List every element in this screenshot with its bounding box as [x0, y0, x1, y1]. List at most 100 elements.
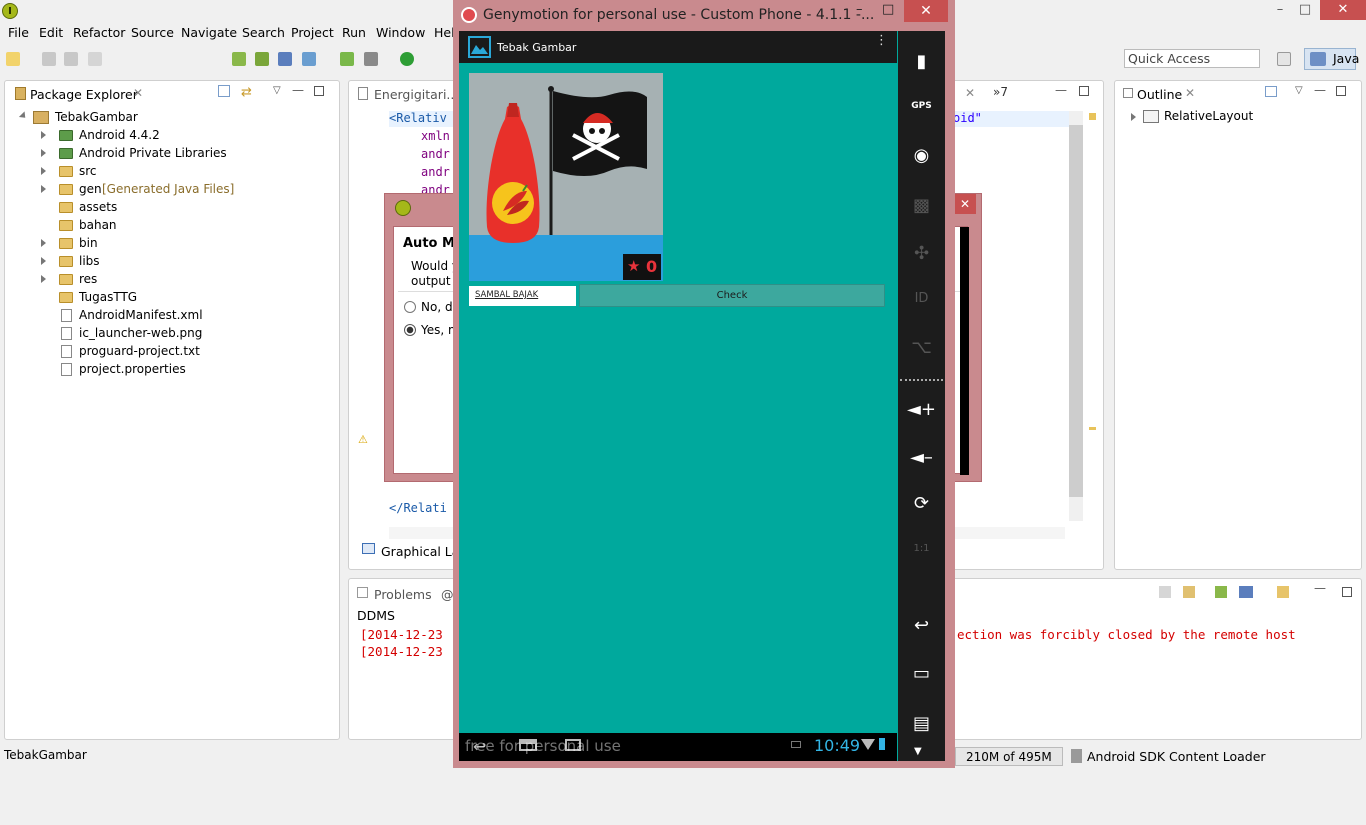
pin-icon[interactable] [1215, 586, 1227, 598]
expand-icon[interactable] [41, 149, 46, 157]
console-line[interactable]: [2014-12-23 [360, 627, 443, 642]
rotate-icon[interactable]: ⟳ [898, 493, 945, 514]
collapse-all-icon[interactable] [1265, 86, 1277, 97]
package-explorer-title[interactable]: Package Explorer [30, 87, 138, 102]
tree-item[interactable]: assets [41, 198, 331, 216]
print-icon[interactable] [88, 52, 102, 66]
tree-item[interactable]: proguard-project.txt [41, 342, 331, 360]
tree-item[interactable]: ic_launcher-web.png [41, 324, 331, 342]
view-menu-icon[interactable]: ▽ [1295, 85, 1303, 96]
task-icon[interactable] [302, 52, 316, 66]
sdk-manager-icon[interactable] [232, 52, 246, 66]
tree-item[interactable]: project.properties [41, 360, 331, 378]
check-button[interactable]: Check [579, 284, 885, 307]
collapse-all-icon[interactable] [218, 85, 230, 97]
menu-refactor[interactable]: Refactor [73, 25, 125, 40]
tree-item[interactable]: res [41, 270, 331, 288]
expand-icon[interactable] [41, 275, 46, 283]
new-console-icon[interactable] [1277, 586, 1289, 598]
minimize-view-icon[interactable]: — [1055, 83, 1067, 97]
scroll-thumb[interactable] [1069, 125, 1083, 497]
tree-item[interactable]: src [41, 162, 331, 180]
problems-tab[interactable]: Problems [374, 587, 432, 602]
outline-title[interactable]: Outline [1137, 87, 1182, 102]
clear-console-icon[interactable] [1159, 586, 1171, 598]
tab-overflow[interactable]: »7 [993, 85, 1008, 99]
code-line[interactable]: andr [421, 147, 450, 161]
expand-icon[interactable] [41, 239, 46, 247]
menu-file[interactable]: File [8, 25, 29, 40]
close-icon[interactable]: ✕ [1320, 0, 1366, 20]
overflow-menu-icon[interactable]: ⋮ [875, 34, 888, 47]
radio-no[interactable] [404, 301, 416, 313]
code-line[interactable]: xmln [421, 129, 450, 143]
radio-yes[interactable] [404, 324, 416, 336]
menu-window[interactable]: Window [376, 25, 425, 40]
code-line[interactable]: andr [421, 165, 450, 179]
open-perspective-icon[interactable] [1277, 52, 1291, 66]
minimize-icon[interactable]: – [856, 2, 863, 17]
run-icon[interactable] [400, 52, 414, 66]
heap-status[interactable]: 210M of 495M [955, 747, 1063, 766]
console-line[interactable]: [2014-12-23 [360, 644, 443, 659]
new-icon[interactable] [6, 52, 20, 66]
tree-item[interactable]: TugasTTG [41, 288, 331, 306]
menu-help[interactable]: Hel [434, 25, 455, 40]
back-icon[interactable]: ↩ [898, 615, 945, 636]
outline-item[interactable]: RelativeLayout [1164, 109, 1253, 123]
menu-icon[interactable]: ▤ [898, 713, 945, 734]
close-icon[interactable]: ✕ [904, 0, 948, 22]
new-android-icon[interactable] [340, 52, 354, 66]
close-tab-icon[interactable]: ✕ [965, 86, 975, 100]
minimize-view-icon[interactable]: — [1314, 581, 1326, 595]
tree-item[interactable]: Android 4.4.2 [41, 126, 331, 144]
answer-input[interactable]: SAMBAL BAJAK [469, 286, 576, 306]
avd-manager-icon[interactable] [255, 52, 269, 66]
minimize-view-icon[interactable]: — [1314, 83, 1326, 97]
expand-icon[interactable] [41, 167, 46, 175]
tree-item[interactable]: AndroidManifest.xml [41, 306, 331, 324]
close-tab-icon[interactable]: ✕ [1185, 86, 1195, 100]
tree-item[interactable]: bin [41, 234, 331, 252]
volume-down-icon[interactable]: ◄– [898, 447, 945, 468]
tree-item[interactable]: bahan [41, 216, 331, 234]
expand-icon[interactable] [41, 185, 46, 193]
trash-icon[interactable] [1071, 749, 1082, 763]
volume-up-icon[interactable]: ◄+ [898, 399, 945, 420]
recents-icon[interactable]: ▭ [898, 663, 945, 684]
tree-item[interactable]: Android Private Libraries [41, 144, 331, 162]
maximize-view-icon[interactable] [314, 86, 324, 96]
menu-navigate[interactable]: Navigate [181, 25, 237, 40]
javadoc-tab[interactable]: @ [441, 587, 454, 602]
maximize-view-icon[interactable] [1079, 86, 1089, 96]
maximize-view-icon[interactable] [1342, 587, 1352, 597]
tree-item[interactable]: libs [41, 252, 331, 270]
battery-widget-icon[interactable]: ▮ [898, 51, 945, 72]
expand-icon[interactable] [1131, 113, 1136, 121]
dialog-close-icon[interactable]: ✕ [954, 194, 976, 214]
tree-item[interactable]: gen [Generated Java Files] [41, 180, 331, 198]
maximize-icon[interactable]: □ [882, 2, 894, 17]
tree-project[interactable]: TebakGambar [18, 108, 321, 126]
menu-run[interactable]: Run [342, 25, 366, 40]
quick-access-input[interactable]: Quick Access [1124, 49, 1260, 68]
lint-icon[interactable] [278, 52, 292, 66]
vertical-scrollbar[interactable] [1069, 111, 1083, 521]
menu-source[interactable]: Source [131, 25, 174, 40]
editor-tab[interactable]: Energigitari... [374, 87, 458, 102]
save-icon[interactable] [42, 52, 56, 66]
code-line[interactable]: </Relati [389, 501, 447, 515]
expand-icon[interactable] [41, 257, 46, 265]
menu-search[interactable]: Search [242, 25, 285, 40]
save-all-icon[interactable] [64, 52, 78, 66]
debug-icon[interactable] [364, 52, 378, 66]
close-tab-icon[interactable]: ✕ [133, 86, 143, 100]
camera-icon[interactable]: ◉ [898, 145, 945, 166]
gps-icon[interactable]: GPS [898, 101, 945, 111]
menu-project[interactable]: Project [291, 25, 334, 40]
maximize-view-icon[interactable] [1336, 86, 1346, 96]
maximize-icon[interactable]: □ [1290, 0, 1320, 20]
minimize-view-icon[interactable]: — [292, 83, 304, 97]
menu-edit[interactable]: Edit [39, 25, 63, 40]
expand-icon[interactable] [41, 131, 46, 139]
